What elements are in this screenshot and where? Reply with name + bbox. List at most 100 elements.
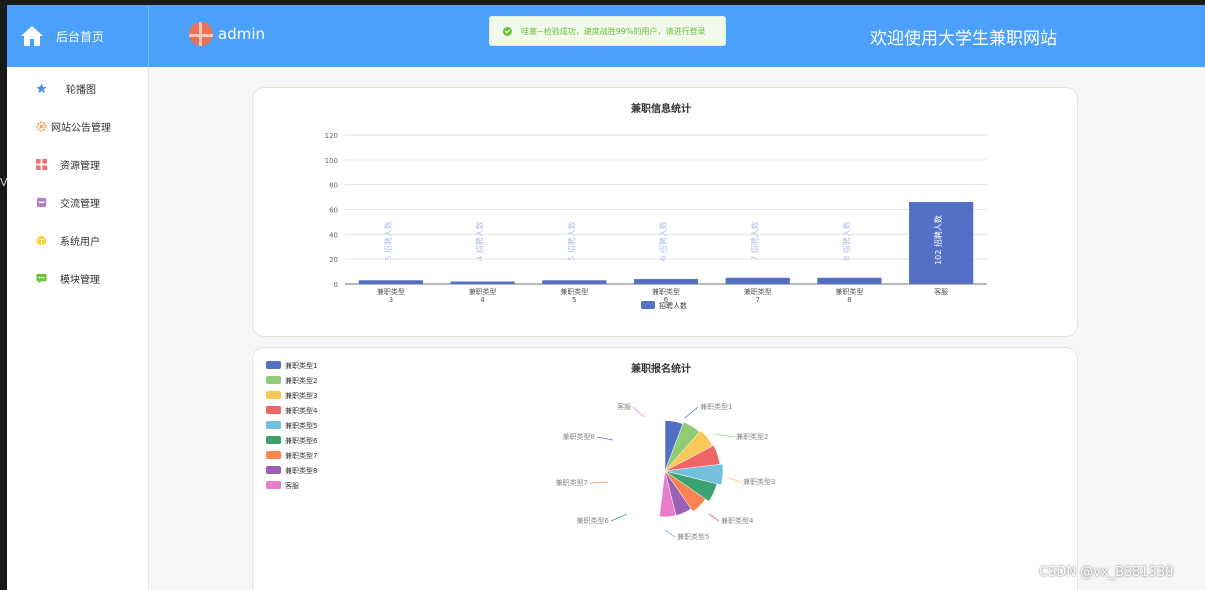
bar-data-label: 4 招聘人数	[475, 221, 485, 261]
legend-swatch[interactable]	[266, 391, 281, 399]
sidebar-item-modules[interactable]: 模块管理	[7, 259, 149, 297]
x-tick-label: 8	[847, 296, 851, 304]
legend-swatch[interactable]	[266, 481, 281, 489]
x-tick-label: 兼职类型	[744, 287, 772, 296]
star-icon	[36, 83, 47, 94]
avatar	[189, 22, 213, 46]
bar[interactable]	[633, 279, 699, 284]
label-line	[708, 513, 720, 522]
welcome-title: 欢迎使用大学生兼职网站	[870, 29, 1057, 49]
x-tick-label: 兼职类型	[560, 287, 588, 296]
bar-chart: 0204060801001205 招聘人数兼职类型34 招聘人数兼职类型45 招…	[325, 132, 987, 310]
bar-data-label: 8 招聘人数	[841, 221, 851, 261]
bar[interactable]	[725, 277, 790, 284]
x-tick-label: 兼职类型	[469, 287, 497, 296]
y-tick-label: 60	[329, 207, 338, 215]
label-line	[596, 436, 614, 441]
label-line	[728, 477, 742, 483]
toast-message: 哇塞~检验成功，速度战胜99%的用户，请进行登录	[521, 26, 706, 36]
home-icon	[21, 26, 43, 46]
user-info[interactable]: admin	[189, 22, 265, 46]
sidebar-item-resources[interactable]: 资源管理	[7, 145, 149, 183]
legend-label[interactable]: 兼职类型4	[285, 406, 318, 415]
legend-swatch[interactable]	[266, 376, 281, 384]
legend-label[interactable]: 兼职类型3	[285, 391, 317, 400]
pie-label: 兼职类型8	[563, 432, 595, 441]
x-tick-label: 客服	[934, 287, 948, 296]
legend-label[interactable]: 兼职类型2	[285, 376, 317, 385]
pie-label: 兼职类型5	[677, 532, 709, 541]
home-link[interactable]: 后台首页	[7, 5, 149, 67]
gear-icon	[36, 121, 47, 132]
pie-label: 兼职类型7	[556, 478, 588, 487]
sidebar-item-label: 系统用户	[60, 236, 100, 248]
x-tick-label: 4	[480, 296, 485, 304]
box-icon	[36, 197, 47, 208]
label-line	[664, 529, 676, 538]
y-tick-label: 80	[329, 182, 338, 190]
success-toast: 哇塞~检验成功，速度战胜99%的用户，请进行登录	[489, 16, 726, 46]
sidebar-item-label: 网站公告管理	[51, 122, 111, 134]
home-label: 后台首页	[56, 29, 105, 44]
sidebar-item-label: 轮播图	[66, 84, 96, 96]
pie-label: 兼职类型4	[721, 516, 754, 525]
pie-label: 兼职类型2	[736, 432, 768, 441]
pie-chart: 兼职类型1 兼职类型2 兼职类型3 兼职类型4 兼职类型5 兼职类型6 兼职类型7 兼职类型8…	[266, 361, 775, 541]
legend-swatch[interactable]	[266, 361, 281, 369]
legend-swatch[interactable]	[266, 406, 281, 414]
pie-label: 客服	[617, 402, 631, 411]
username: admin	[218, 25, 265, 43]
label-line	[714, 433, 735, 438]
y-tick-label: 0	[334, 281, 338, 289]
bar[interactable]	[450, 281, 515, 284]
sidebar-item-label: 交流管理	[60, 198, 100, 210]
y-tick-label: 100	[325, 157, 338, 165]
sidebar-item-exchange[interactable]: 交流管理	[7, 183, 149, 221]
legend-swatch[interactable]	[266, 466, 281, 474]
sidebar-item-label: 模块管理	[60, 274, 100, 286]
legend-label[interactable]: 兼职类型8	[285, 466, 317, 475]
pie-label: 兼职类型6	[577, 516, 610, 525]
bar-data-label: 5 招聘人数	[383, 221, 393, 261]
legend-label[interactable]: 兼职类型5	[285, 421, 317, 430]
sidebar-item-users[interactable]: 系统用户	[7, 221, 149, 259]
pie-chart-card: 兼职报名统计 兼职类型1 兼职类型2 兼职类型3 兼职类型4 兼职类型5 兼职类型6 兼职类…	[252, 347, 1078, 590]
grid-icon	[36, 159, 47, 170]
y-tick-label: 120	[325, 132, 338, 140]
y-tick-label: 40	[329, 231, 338, 239]
main-content: 兼职信息统计 0 20 40 60 80 100 120 5 招聘人数 兼职类型 3 4 招聘人数兼…	[149, 67, 1205, 590]
y-tick-label: 20	[329, 256, 338, 264]
legend-swatch[interactable]	[266, 421, 281, 429]
legend-label[interactable]: 招聘人数	[659, 301, 687, 310]
bar-chart-card: 兼职信息统计 0 20 40 60 80 100 120 5 招聘人数 兼职类型 3 4 招聘人数兼…	[252, 87, 1078, 337]
legend-label[interactable]: 兼职类型7	[285, 451, 317, 460]
legend-label[interactable]: 兼职类型1	[285, 361, 317, 370]
x-tick-label: 5	[572, 296, 576, 304]
bar-data-label: 5 招聘人数	[566, 221, 576, 261]
label-line	[610, 513, 628, 522]
legend-label[interactable]: 客服	[285, 481, 299, 490]
x-tick-label: 兼职类型	[835, 287, 863, 296]
label-line	[684, 406, 699, 419]
legend-swatch[interactable]	[266, 436, 281, 444]
bar[interactable]	[542, 280, 607, 284]
legend-label[interactable]: 兼职类型6	[285, 436, 318, 445]
cube-icon	[36, 235, 47, 246]
bar-data-label: 7 招聘人数	[750, 221, 760, 261]
bar[interactable]	[358, 280, 423, 284]
sidebar-item-notice[interactable]: 网站公告管理	[7, 107, 149, 145]
legend-swatch[interactable]	[266, 451, 281, 459]
x-tick-label: 兼职类型	[652, 287, 680, 296]
pie-label: 兼职类型3	[743, 477, 775, 486]
x-tick-label: 7	[755, 296, 759, 304]
bar-data-label: 102 招聘人数	[933, 215, 943, 265]
admin-app: 后台首页 admin 哇塞~检验成功，速度战胜99%的用户，请进行登录 欢迎使用…	[7, 5, 1205, 590]
top-bar: 后台首页 admin 哇塞~检验成功，速度战胜99%的用户，请进行登录 欢迎使用…	[7, 5, 1205, 67]
watermark: CSDN @vx_BS81330	[1039, 565, 1174, 580]
sidebar-item-carousel[interactable]: 轮播图	[7, 69, 149, 107]
sidebar: 轮播图 网站公告管理 资源管理 交流管理 系统用户 模块管理	[7, 67, 149, 590]
x-tick-label: 3	[389, 296, 393, 304]
label-line	[632, 406, 645, 418]
bar[interactable]	[817, 277, 882, 284]
legend-swatch[interactable]	[641, 301, 655, 309]
